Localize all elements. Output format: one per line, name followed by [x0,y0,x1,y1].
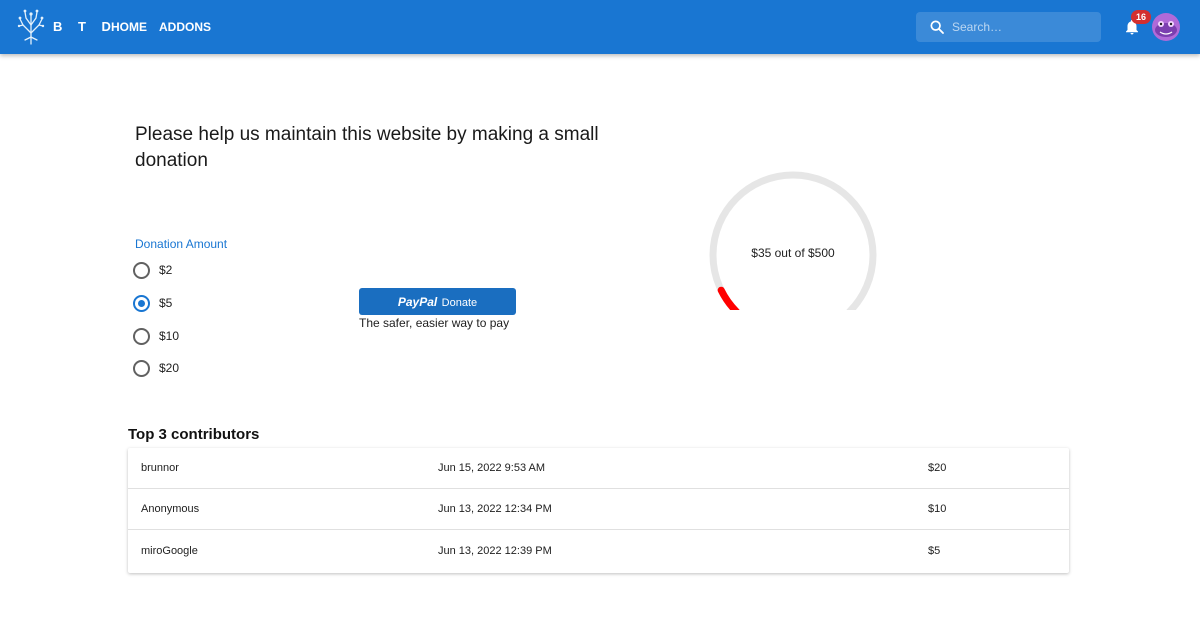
radio-option-label: $5 [159,296,173,310]
radio-button[interactable] [133,327,150,345]
radio-option-10[interactable]: $10 [133,325,179,347]
contributors-title: Top 3 contributors [128,426,260,443]
contribution-date: Jun 13, 2022 12:34 PM [438,503,552,515]
table-row: miroGoogle Jun 13, 2022 12:39 PM $5 [128,531,1069,572]
brand-title[interactable]: B T D [53,19,117,34]
contribution-amount: $5 [928,545,941,557]
gauge-track [709,171,877,310]
radio-button[interactable] [133,359,150,377]
contributor-name: brunnor [141,462,179,474]
radio-option-5[interactable]: $5 [133,292,172,314]
contributors-table: brunnor Jun 15, 2022 9:53 AM $20 Anonymo… [128,448,1069,573]
contributor-name: miroGoogle [141,545,198,557]
paypal-donate-button[interactable]: PayPal Donate [359,288,516,315]
radio-button-selected[interactable] [133,294,150,312]
user-avatar[interactable] [1152,13,1180,41]
nav-home-link[interactable]: HOME [111,20,147,34]
contribution-date: Jun 15, 2022 9:53 AM [438,462,546,474]
donation-amount-label: Donation Amount [135,237,228,251]
search-input[interactable] [952,17,1092,37]
gauge-fill [717,286,740,310]
table-row: brunnor Jun 15, 2022 9:53 AM $20 [128,448,1069,489]
contribution-amount: $10 [928,503,947,515]
search-box[interactable] [916,12,1101,42]
radio-option-label: $10 [159,329,180,343]
donation-headline: Please help us maintain this website by … [135,124,599,171]
radio-option-2[interactable]: $2 [133,259,172,281]
contributor-name: Anonymous [141,503,200,515]
table-row: Anonymous Jun 13, 2022 12:34 PM $10 [128,489,1069,530]
contribution-amount: $20 [928,462,947,474]
paypal-tagline: The safer, easier way to pay [359,316,510,330]
donation-progress-gauge [709,171,877,310]
avatar-image [1152,13,1180,41]
paypal-logo-text: PayPal [397,295,438,309]
notification-count-badge: 16 [1131,10,1151,24]
tree-logo-icon[interactable] [16,7,46,45]
donation-progress-text: $35 out of $500 [751,246,835,260]
paypal-donate-label: Donate [441,297,478,309]
app-bar: B T D HOME ADDONS 16 [0,0,1200,54]
radio-option-20[interactable]: $20 [133,357,179,379]
search-icon [930,20,944,34]
radio-button[interactable] [133,261,150,279]
radio-option-label: $20 [159,361,180,375]
contribution-date: Jun 13, 2022 12:39 PM [438,545,552,557]
nav-addons-link[interactable]: ADDONS [159,20,211,34]
radio-option-label: $2 [159,263,173,277]
